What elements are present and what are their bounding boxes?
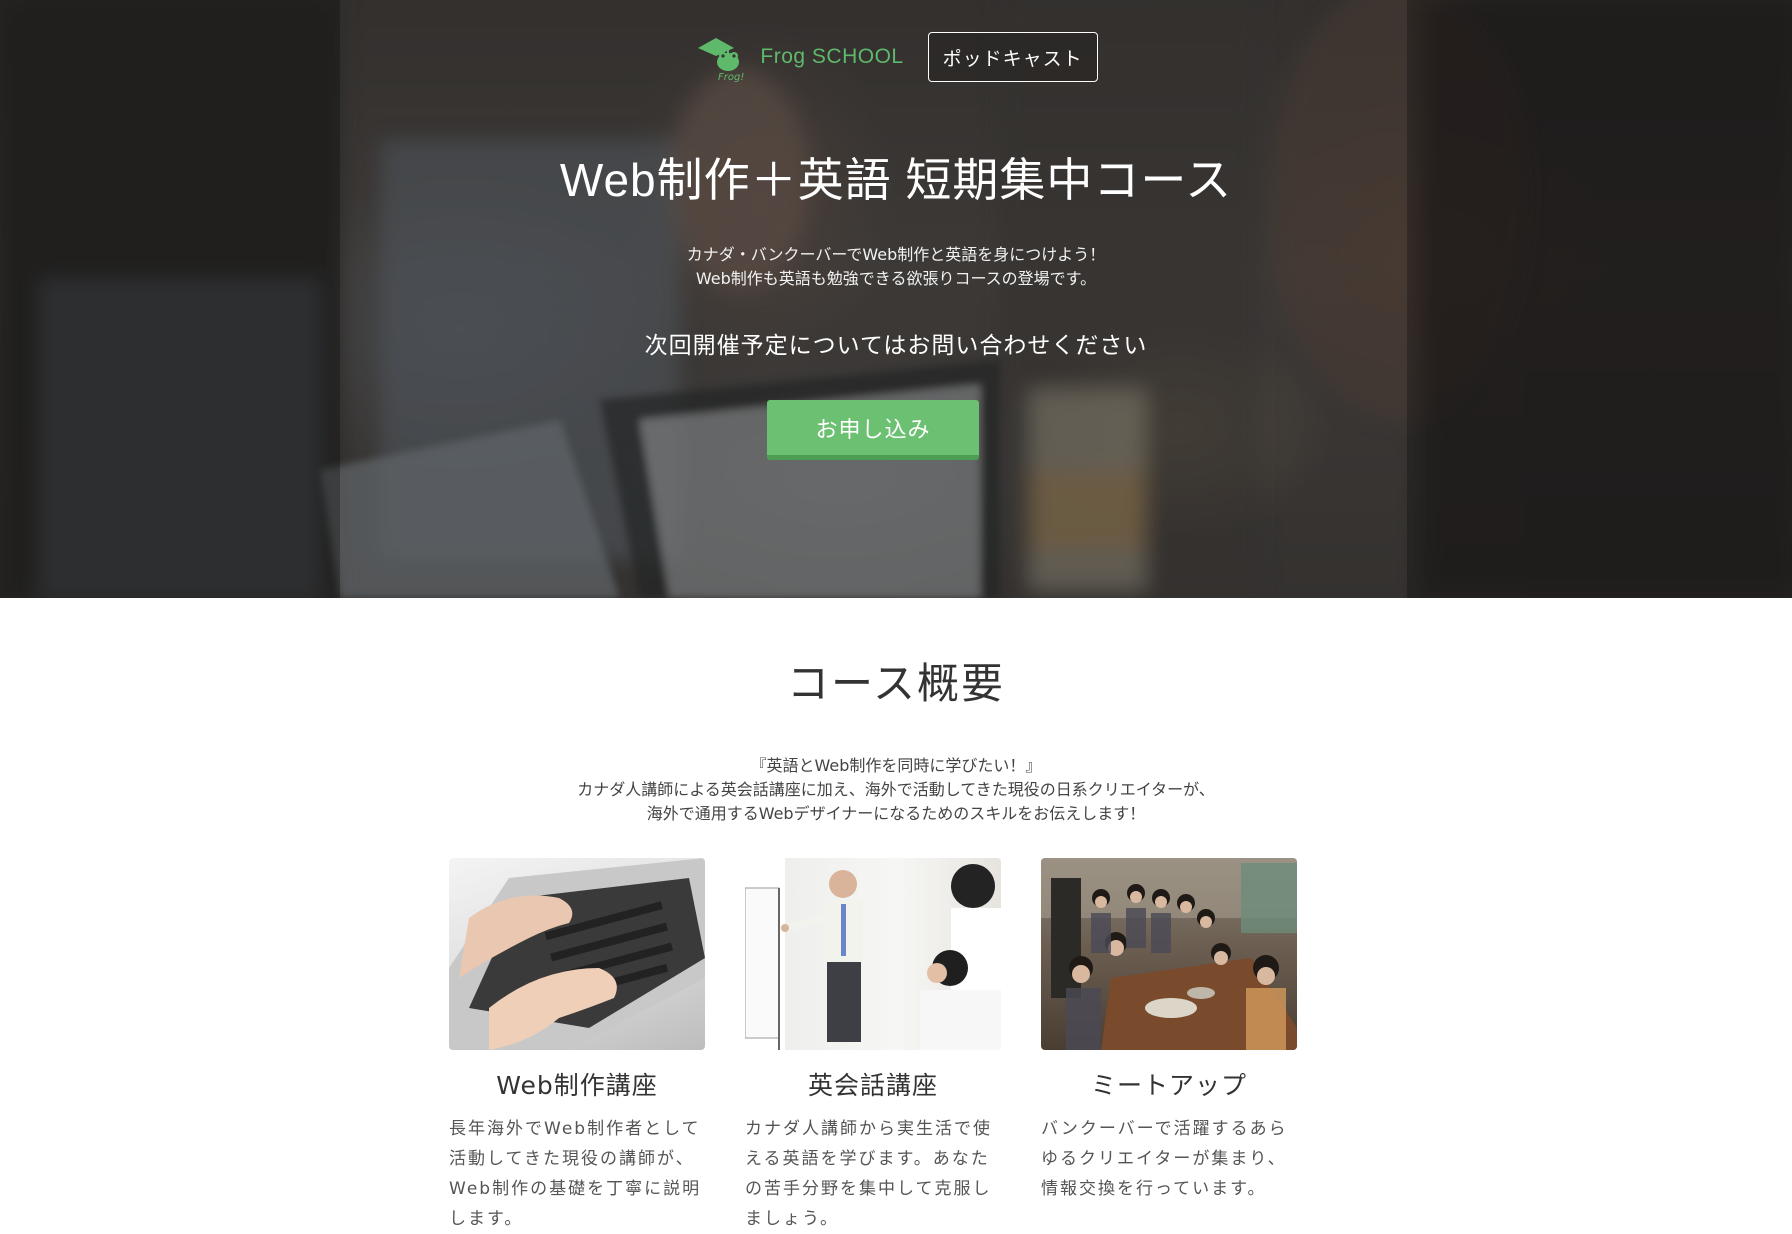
hero-overlay — [0, 0, 1792, 598]
next-schedule-text: 次回開催予定についてはお問い合わせください — [644, 333, 1148, 359]
svg-text:Frog!: Frog! — [718, 72, 744, 83]
hero-description-line: カナダ・バンクーバーでWeb制作と英語を身につけよう！ — [686, 245, 1106, 264]
course-card-web: Web制作講座 長年海外でWeb制作者として活動してきた現役の講師が、Web制作… — [449, 858, 705, 1234]
course-intro-line: カナダ人講師による英会話講座に加え、海外で活動してきた現役の日系クリエイターが、 — [577, 780, 1215, 799]
podcast-button[interactable]: ポッドキャスト — [927, 32, 1098, 82]
apply-button[interactable]: お申し込み — [767, 400, 979, 460]
laptop-typing-photo — [449, 858, 705, 1050]
classroom-photo — [745, 858, 1001, 1050]
logo[interactable]: Frog! Frog SCHOOL — [694, 30, 903, 84]
hero-section: Frog! Frog SCHOOL ポッドキャスト Web制作＋英語 短期集中コ… — [0, 0, 1792, 598]
course-cards: Web制作講座 長年海外でWeb制作者として活動してきた現役の講師が、Web制作… — [449, 858, 1349, 1234]
card-title: 英会話講座 — [807, 1071, 938, 1100]
course-intro-line: 『英語とWeb制作を同時に学びたい！』 — [750, 756, 1042, 775]
card-text: カナダ人講師から実生活で使える英語を学びます。あなたの苦手分野を集中して克服しま… — [745, 1119, 992, 1229]
hero-description: カナダ・バンクーバーでWeb制作と英語を身につけよう！ Web制作も英語も勉強で… — [0, 243, 1792, 291]
logo-text: Frog SCHOOL — [760, 45, 904, 68]
course-card-english: 英会話講座 カナダ人講師から実生活で使える英語を学びます。あなたの苦手分野を集中… — [745, 858, 1001, 1234]
card-title: ミートアップ — [1090, 1071, 1247, 1100]
card-text: バンクーバーで活躍するあらゆるクリエイターが集まり、情報交換を行っています。 — [1041, 1119, 1288, 1199]
card-title: Web制作講座 — [496, 1071, 658, 1100]
course-card-meetup: ミートアップ バンクーバーで活躍するあらゆるクリエイターが集まり、情報交換を行っ… — [1041, 858, 1297, 1234]
section-title-course-overview: コース概要 — [787, 659, 1005, 708]
hero-description-line: Web制作も英語も勉強できる欲張りコースの登場です。 — [695, 269, 1097, 288]
frog-icon: Frog! — [698, 38, 745, 83]
top-nav: Frog! Frog SCHOOL ポッドキャスト — [0, 30, 1792, 84]
course-intro: 『英語とWeb制作を同時に学びたい！』 カナダ人講師による英会話講座に加え、海外… — [0, 754, 1792, 826]
meetup-group-photo — [1041, 858, 1297, 1050]
course-intro-line: 海外で通用するWebデザイナーになるためのスキルをお伝えします！ — [646, 804, 1146, 823]
hero-title: Web制作＋英語 短期集中コース — [559, 154, 1233, 206]
card-text: 長年海外でWeb制作者として活動してきた現役の講師が、Web制作の基礎を丁寧に説… — [449, 1119, 702, 1229]
